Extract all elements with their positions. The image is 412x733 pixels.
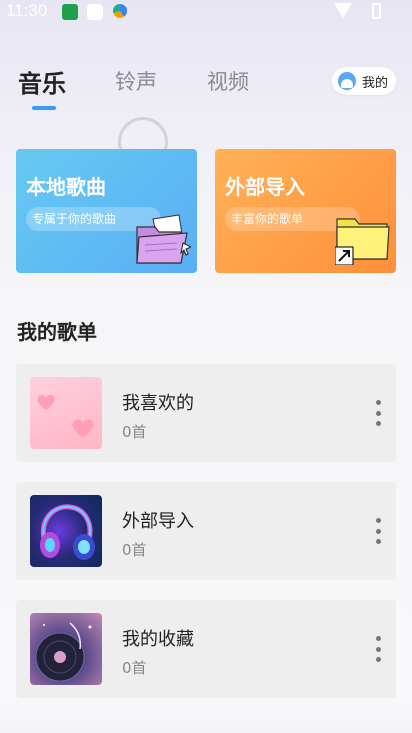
mine-button[interactable]: 我的: [332, 67, 396, 95]
purple-folder-icon: [136, 214, 191, 264]
playlist-count: 0首: [122, 541, 147, 559]
playlist-name: 我喜欢的: [122, 393, 194, 414]
heart-icon: [72, 419, 94, 438]
playlist-count: 0首: [122, 423, 147, 441]
vinyl-icon: [35, 622, 92, 682]
battery-icon: [372, 3, 381, 19]
section-title: 我的歌单: [17, 320, 97, 344]
wifi-icon: [334, 3, 352, 18]
playlist-item[interactable]: 外部导入 0首: [16, 482, 396, 580]
tab-indicator: [32, 106, 56, 110]
playlist-item[interactable]: 我喜欢的 0首: [16, 364, 396, 462]
tab-music[interactable]: 音乐: [18, 64, 66, 99]
bottom-fade: [0, 700, 412, 733]
more-options-icon[interactable]: [371, 636, 385, 662]
status-time: 11:30: [6, 1, 48, 20]
external-import-card[interactable]: 外部导入 丰富你的歌单: [215, 149, 396, 273]
card-title: 本地歌曲: [26, 175, 106, 199]
playlist-cover: [30, 495, 102, 567]
playlist-name: 外部导入: [122, 511, 194, 532]
headphones-icon: [40, 504, 95, 560]
playlist-item[interactable]: 我的收藏 0首: [16, 600, 396, 698]
status-bar: 11:30: [0, 0, 412, 26]
browser-notification-icon: [113, 4, 127, 18]
playlist-cover: [30, 613, 102, 685]
tab-ringtone[interactable]: 铃声: [115, 66, 157, 96]
more-options-icon[interactable]: [371, 518, 385, 544]
playlist-count: 0首: [122, 659, 147, 677]
playlist-cover: [30, 377, 102, 449]
mine-label: 我的: [362, 75, 389, 91]
app-notification-icon: [62, 4, 78, 20]
card-title: 外部导入: [225, 175, 305, 199]
local-songs-card[interactable]: 本地歌曲 专属于你的歌曲: [16, 149, 197, 273]
playlist-name: 我的收藏: [122, 629, 194, 650]
heart-icon: [37, 394, 55, 410]
yellow-folder-shortcut-icon: [335, 218, 390, 265]
avatar-icon: [338, 72, 356, 90]
more-options-icon[interactable]: [371, 400, 385, 426]
tab-video[interactable]: 视频: [207, 66, 249, 96]
message-notification-icon: [87, 4, 103, 20]
